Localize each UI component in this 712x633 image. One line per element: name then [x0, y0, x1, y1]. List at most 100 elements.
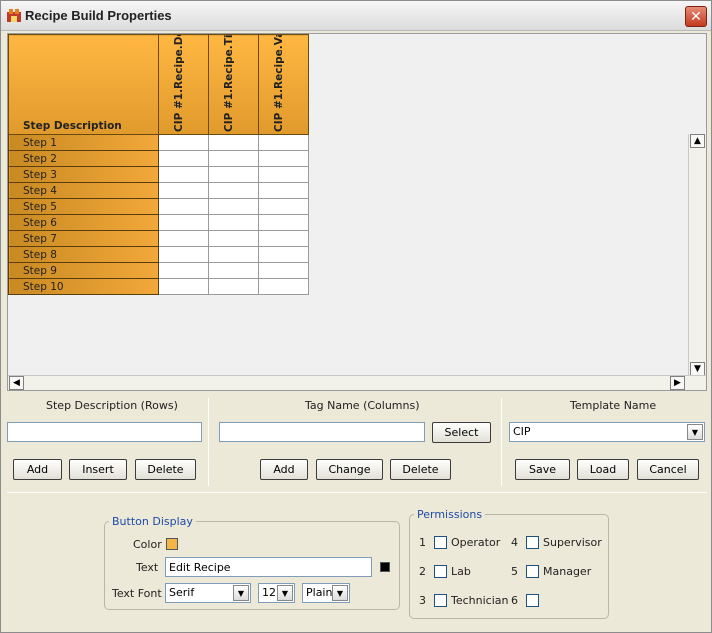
grid-cell[interactable]	[208, 182, 259, 199]
table-row: Step 8	[8, 246, 309, 263]
grid-cell[interactable]	[208, 230, 259, 247]
row-header[interactable]: Step 1	[8, 134, 159, 151]
grid-cell[interactable]	[208, 278, 259, 295]
permission-number: 1	[419, 536, 426, 549]
column-header[interactable]: CIP #1.Recipe.Desc	[158, 34, 209, 135]
text-color-swatch[interactable]	[380, 562, 390, 572]
button-color-swatch[interactable]	[166, 538, 178, 550]
row-header[interactable]: Step 2	[8, 150, 159, 167]
permission-number: 5	[511, 565, 518, 578]
font-style-combo[interactable]: Plain ▼	[302, 583, 350, 603]
text-label: Text	[136, 561, 159, 574]
cancel-button[interactable]: Cancel	[637, 459, 699, 480]
chevron-down-icon[interactable]: ▼	[277, 585, 293, 601]
delete-column-button[interactable]: Delete	[390, 459, 451, 480]
delete-row-button[interactable]: Delete	[135, 459, 196, 480]
grid-cell[interactable]	[258, 214, 309, 231]
grid-cell[interactable]	[158, 198, 209, 215]
grid-cell[interactable]	[158, 230, 209, 247]
insert-row-button[interactable]: Insert	[69, 459, 127, 480]
permission-checkbox[interactable]	[434, 565, 447, 578]
grid-cell[interactable]	[258, 278, 309, 295]
grid-cell[interactable]	[158, 134, 209, 151]
row-header[interactable]: Step 5	[8, 198, 159, 215]
permission-number: 6	[511, 594, 518, 607]
grid-cell[interactable]	[258, 198, 309, 215]
grid-cell[interactable]	[208, 262, 259, 279]
row-header[interactable]: Step 7	[8, 230, 159, 247]
column-header-label: CIP #1.Recipe.Time	[223, 34, 235, 133]
table-row: Step 1	[8, 134, 309, 151]
chevron-down-icon[interactable]: ▼	[687, 424, 703, 440]
scroll-up-icon[interactable]: ▲	[690, 134, 705, 148]
close-button[interactable]: ✕	[685, 6, 707, 27]
row-header[interactable]: Step 9	[8, 262, 159, 279]
grid-cell[interactable]	[258, 246, 309, 263]
permission-checkbox[interactable]	[526, 565, 539, 578]
scroll-down-icon[interactable]: ▼	[690, 362, 705, 376]
load-template-button[interactable]: Load	[577, 459, 629, 480]
permission-checkbox[interactable]	[434, 594, 447, 607]
grid-cell[interactable]	[208, 214, 259, 231]
scroll-left-icon[interactable]: ◀	[9, 376, 24, 390]
template-name-combo[interactable]: CIP ▼	[509, 422, 705, 442]
grid-cell[interactable]	[158, 150, 209, 167]
table-row: Step 5	[8, 198, 309, 215]
grid-cell[interactable]	[208, 166, 259, 183]
divider	[7, 492, 707, 493]
row-header[interactable]: Step 4	[8, 182, 159, 199]
font-family-value: Serif	[169, 586, 195, 599]
save-template-button[interactable]: Save	[515, 459, 570, 480]
scroll-right-icon[interactable]: ▶	[670, 376, 685, 390]
column-header[interactable]: CIP #1.Recipe.Value	[258, 34, 309, 135]
grid-cell[interactable]	[208, 198, 259, 215]
grid-cell[interactable]	[258, 134, 309, 151]
horizontal-scrollbar[interactable]: ◀ ▶	[8, 375, 706, 390]
grid-cell[interactable]	[208, 134, 259, 151]
table-row: Step 4	[8, 182, 309, 199]
recipe-grid-pane[interactable]: Step Description CIP #1.Recipe.Desc CIP #…	[7, 33, 707, 391]
app-icon	[7, 9, 21, 22]
grid-cell[interactable]	[158, 278, 209, 295]
row-header[interactable]: Step 6	[8, 214, 159, 231]
button-text-input[interactable]	[165, 557, 372, 577]
grid-cell[interactable]	[158, 214, 209, 231]
grid-cell[interactable]	[258, 230, 309, 247]
select-tag-button[interactable]: Select	[432, 422, 491, 443]
chevron-down-icon[interactable]: ▼	[233, 585, 249, 601]
table-row: Step 7	[8, 230, 309, 247]
grid-cell[interactable]	[258, 182, 309, 199]
table-row: Step 6	[8, 214, 309, 231]
grid-cell[interactable]	[158, 182, 209, 199]
grid-cell[interactable]	[208, 150, 259, 167]
grid-cell[interactable]	[258, 166, 309, 183]
color-label: Color	[133, 538, 162, 551]
tag-name-input[interactable]	[219, 422, 425, 442]
add-row-button[interactable]: Add	[13, 459, 62, 480]
column-header-label: CIP #1.Recipe.Desc	[173, 34, 185, 133]
button-display-title: Button Display	[109, 515, 196, 528]
row-header[interactable]: Step 8	[8, 246, 159, 263]
column-header[interactable]: CIP #1.Recipe.Time	[208, 34, 259, 135]
change-column-button[interactable]: Change	[316, 459, 383, 480]
row-header[interactable]: Step 10	[8, 278, 159, 295]
close-icon: ✕	[690, 8, 702, 25]
permission-checkbox[interactable]	[526, 594, 539, 607]
permission-checkbox[interactable]	[526, 536, 539, 549]
grid-cell[interactable]	[258, 262, 309, 279]
permissions-title: Permissions	[414, 508, 486, 521]
row-header[interactable]: Step 3	[8, 166, 159, 183]
permission-checkbox[interactable]	[434, 536, 447, 549]
font-size-combo[interactable]: 12 ▼	[258, 583, 295, 603]
permission-label: Manager	[543, 565, 592, 578]
add-column-button[interactable]: Add	[260, 459, 308, 480]
font-family-combo[interactable]: Serif ▼	[165, 583, 251, 603]
grid-cell[interactable]	[158, 166, 209, 183]
step-description-input[interactable]	[7, 422, 202, 442]
grid-cell[interactable]	[158, 246, 209, 263]
chevron-down-icon[interactable]: ▼	[332, 585, 348, 601]
grid-cell[interactable]	[258, 150, 309, 167]
grid-cell[interactable]	[208, 246, 259, 263]
vertical-scrollbar[interactable]: ▲ ▼	[688, 134, 706, 377]
grid-cell[interactable]	[158, 262, 209, 279]
